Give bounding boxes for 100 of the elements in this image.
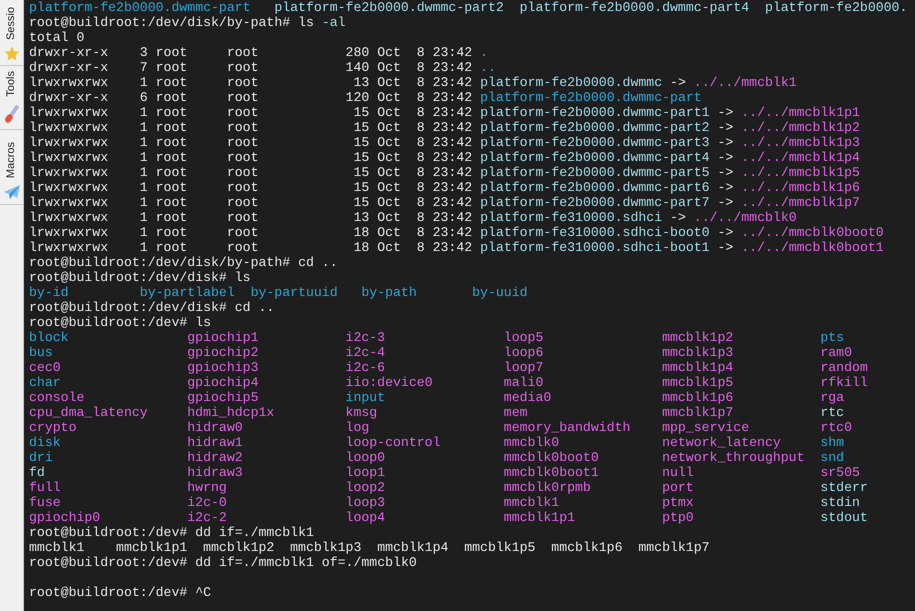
terminal-text: platform-fe310000.sdhci (480, 210, 662, 225)
terminal-text: -> (716, 195, 734, 210)
file-name: mmcblk0boot0 (504, 450, 599, 465)
terminal-text: platform-fe2b0000.dwmmc-part2 (480, 120, 710, 135)
file-name: by-partlabel (140, 285, 235, 300)
file-name: mmcblk0rpmb (504, 480, 591, 495)
file-name: hidraw1 (187, 435, 243, 450)
file-name: by-partuuid (250, 285, 338, 300)
star-icon (4, 46, 20, 61)
file-name: gpiochip5 (187, 390, 258, 405)
file-name: i2c-0 (187, 495, 227, 510)
file-name: stdin (820, 495, 860, 510)
terminal-text: ../../mmcblk0boot0 (741, 225, 884, 240)
terminal-text: ../../mmcblk1p6 (741, 180, 860, 195)
terminal-text: ../../mmcblk1p2 (741, 120, 860, 135)
file-name: port (662, 480, 694, 495)
terminal-text: lrwxrwxrwx 1 root root 18 Oct 8 23:42 (29, 240, 474, 255)
file-name: loop-control (346, 435, 440, 450)
terminal-text: -> (716, 240, 734, 255)
file-name: i2c-4 (346, 345, 386, 360)
file-name: fuse (29, 495, 61, 510)
file-name: loop2 (346, 480, 386, 495)
file-name: null (662, 465, 694, 480)
file-name: hidraw0 (187, 420, 243, 435)
terminal-text: drwxr-xr-x 7 root root 140 Oct 8 23:42 (29, 60, 474, 75)
file-name: mmcblk1p3 (662, 345, 734, 360)
file-name: shm (820, 435, 844, 450)
terminal-text: lrwxrwxrwx 1 root root 15 Oct 8 23:42 (29, 150, 474, 165)
file-name: disk (29, 435, 61, 450)
terminal-text: -> (716, 165, 734, 180)
file-name: i2c-2 (187, 510, 227, 525)
file-name: memory_bandwidth (504, 420, 630, 435)
terminal-text: platform-fe2b0000.dwmmc-part1 (480, 105, 710, 120)
file-name: gpiochip2 (187, 345, 258, 360)
file-name: gpiochip1 (187, 330, 258, 345)
terminal-text: lrwxrwxrwx 1 root root 15 Oct 8 23:42 (29, 135, 474, 150)
terminal-text: ../../mmcblk0 (694, 210, 797, 225)
file-name: rga (820, 390, 844, 405)
terminal-text: root@buildroot:/dev# ls (29, 315, 212, 330)
file-name: mmcblk0boot1 (504, 465, 599, 480)
file-name: i2c-3 (346, 330, 386, 345)
terminal-text: platform-fe2b0000.dwmmc (480, 75, 662, 90)
file-name: mmcblk1p5 (464, 540, 536, 555)
file-name: mpp_service (662, 420, 750, 435)
file-name: log (346, 420, 370, 435)
terminal-text: platform-fe2b0000.dwmmc-part7 (480, 195, 710, 210)
terminal-text: lrwxrwxrwx 1 root root 15 Oct 8 23:42 (29, 195, 474, 210)
file-name: block (29, 330, 69, 345)
terminal-text: -al (322, 15, 346, 30)
file-name: network_latency (662, 435, 781, 450)
file-name: platform-fe2b0000. (764, 0, 908, 15)
file-name: hidraw3 (187, 465, 243, 480)
terminal-text: -> (716, 120, 734, 135)
file-name: mmcblk1p3 (290, 540, 362, 555)
file-name: crypto (29, 420, 76, 435)
terminal-text: -> (716, 180, 734, 195)
terminal-text: root@buildroot:/dev# dd if=./mmcblk1 of=./mmcblk0 (29, 555, 417, 570)
file-name: gpiochip0 (29, 510, 100, 525)
terminal-text: drwxr-xr-x 3 root root 280 Oct 8 23:42 (29, 45, 474, 60)
terminal-text: lrwxrwxrwx 1 root root 13 Oct 8 23:42 (29, 75, 474, 90)
file-name: rfkill (820, 375, 868, 390)
terminal-text: -> (716, 135, 734, 150)
terminal-text: ../../mmcblk1p3 (741, 135, 860, 150)
file-name: platform-fe2b0000.dwmmc-part2 (274, 0, 504, 15)
file-name: mmcblk1 (29, 540, 84, 555)
terminal-text: platform-fe2b0000.dwmmc-part6 (480, 180, 710, 195)
file-name: loop0 (346, 450, 386, 465)
side-tab[interactable]: Macros (0, 130, 23, 205)
file-name: loop6 (504, 345, 544, 360)
terminal-text: root@buildroot:/dev# dd if=./mmcblk1 (29, 525, 314, 540)
file-name: mmcblk1 (504, 495, 560, 510)
file-name: hdmi_hdcp1x (187, 405, 274, 420)
file-name: pts (820, 330, 844, 345)
terminal-text: ../../mmcblk1p7 (741, 195, 860, 210)
file-name: console (29, 390, 84, 405)
file-name: kmsg (346, 405, 378, 420)
file-name: mmcblk1p1 (504, 510, 576, 525)
terminal-text: -> (716, 225, 734, 240)
file-name: platform-fe2b0000.dwmmc-part (29, 0, 251, 15)
terminal-text: . (480, 45, 488, 60)
file-name: mmcblk1p5 (662, 375, 734, 390)
terminal-text: lrwxrwxrwx 1 root root 18 Oct 8 23:42 (29, 225, 474, 240)
file-name: mmcblk1p4 (377, 540, 448, 555)
file-name: mmcblk1p1 (116, 540, 188, 555)
file-name: dri (29, 450, 53, 465)
side-tab[interactable]: Tools (0, 66, 23, 130)
file-name: hwrng (187, 480, 227, 495)
file-name: ram0 (820, 345, 852, 360)
terminal-text: ../../mmcblk1p1 (741, 105, 860, 120)
file-name: mmcblk1p6 (551, 540, 623, 555)
file-name: i2c-6 (346, 360, 386, 375)
file-name: fd (29, 465, 45, 480)
terminal-text: platform-fe310000.sdhci-boot1 (480, 240, 710, 255)
terminal-text: root@buildroot:/dev/disk/by-path# ls (29, 15, 315, 30)
file-name: bus (29, 345, 53, 360)
file-name: sr505 (820, 465, 860, 480)
file-name: rtc0 (820, 420, 852, 435)
terminal-text: -> (716, 105, 734, 120)
side-tab[interactable]: Sessio (0, 0, 23, 66)
file-name: mem (504, 405, 528, 420)
